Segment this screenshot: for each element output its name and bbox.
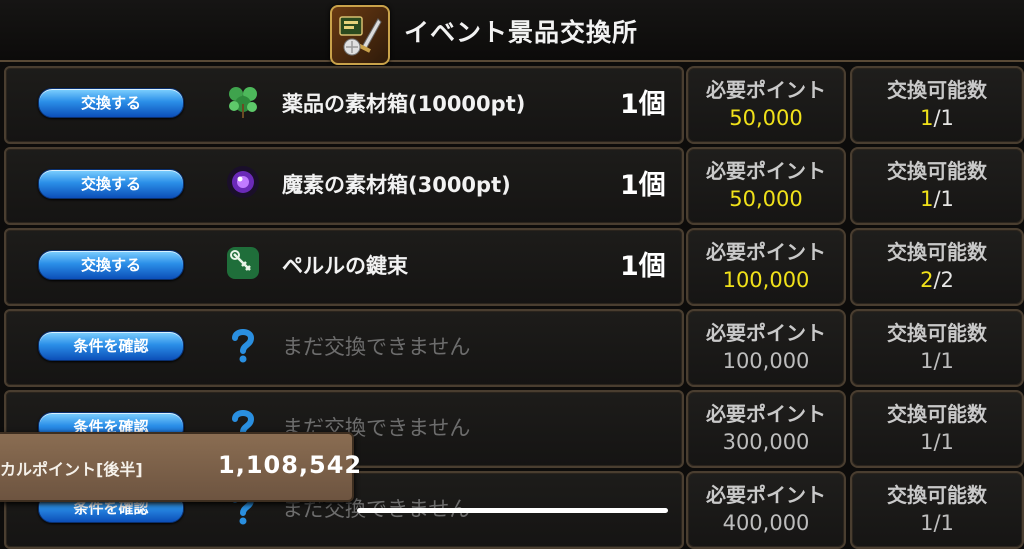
exchange-count-value: 1/1 (852, 349, 1022, 373)
exchange-count-value: 1/1 (852, 106, 1022, 130)
check-conditions-button[interactable]: 条件を確認 (38, 331, 184, 361)
item-name: まだ交換できません (282, 335, 471, 359)
page-title: イベント景品交換所 (404, 18, 639, 47)
exchange-count-label: 交換可能数 (887, 78, 987, 102)
required-points-value: 50,000 (729, 106, 803, 130)
magic-orb-icon (227, 166, 259, 198)
required-points-box: 必要ポイント 100,000 (686, 309, 846, 387)
count-available: 1 (920, 187, 934, 211)
exchange-count-box: 交換可能数 2/2 (850, 228, 1024, 306)
exchange-count-box: 交換可能数 1/1 (850, 390, 1024, 468)
exchange-count-box: 交換可能数 1/1 (850, 471, 1024, 549)
count-total: /2 (933, 268, 954, 292)
exchange-count-box: 交換可能数 1/1 (850, 66, 1024, 144)
required-points-value: 300,000 (722, 430, 810, 454)
count-total: /1 (933, 187, 954, 211)
exchange-count-value: 1/1 (852, 511, 1022, 535)
exchange-row: 条件を確認 まだ交換できません 必要ポイント 100,000 交換可能数 1/1 (0, 307, 1024, 387)
exchange-count-label: 交換可能数 (887, 483, 987, 507)
exchange-count-box: 交換可能数 1/1 (850, 147, 1024, 225)
event-emblem-icon (330, 5, 390, 65)
required-points-label: 必要ポイント (706, 483, 826, 507)
required-points-label: 必要ポイント (706, 321, 826, 345)
exchange-count-label: 交換可能数 (887, 321, 987, 345)
exchange-row: 交換する ペルルの鍵束 1個 必要ポイント 100,000 交換可能数 2/2 (0, 226, 1024, 306)
item-quantity: 1個 (620, 89, 666, 120)
header-bar: イベント景品交換所 (0, 0, 1024, 65)
required-points-label: 必要ポイント (706, 240, 826, 264)
question-icon (232, 329, 255, 363)
exchange-row: 交換する 薬品の素材箱(10000pt) 1個 必要ポイント 50,000 交換… (0, 64, 1024, 144)
exchange-count-label: 交換可能数 (887, 159, 987, 183)
count-available: 1 (920, 430, 934, 454)
required-points-box: 必要ポイント 50,000 (686, 147, 846, 225)
count-available: 1 (920, 106, 934, 130)
exchange-button[interactable]: 交換する (38, 88, 184, 118)
points-value: 1,108,542 (218, 451, 363, 479)
exchange-count-value: 1/1 (852, 430, 1022, 454)
count-total: /1 (933, 511, 954, 535)
item-name: ペルルの鍵束 (282, 254, 408, 278)
required-points-label: 必要ポイント (706, 159, 826, 183)
exchange-count-value: 2/2 (852, 268, 1022, 292)
item-quantity: 1個 (620, 251, 666, 282)
exchange-count-label: 交換可能数 (887, 402, 987, 426)
points-label: カルポイント[後半] (0, 460, 143, 479)
required-points-value: 50,000 (729, 187, 803, 211)
count-total: /1 (933, 430, 954, 454)
required-points-value: 100,000 (722, 349, 810, 373)
required-points-box: 必要ポイント 300,000 (686, 390, 846, 468)
item-name: 魔素の素材箱(3000pt) (282, 173, 511, 197)
required-points-box: 必要ポイント 400,000 (686, 471, 846, 549)
key-bundle-icon (227, 247, 259, 279)
required-points-label: 必要ポイント (706, 78, 826, 102)
required-points-box: 必要ポイント 100,000 (686, 228, 846, 306)
points-panel: カルポイント[後半] 1,108,542 (0, 432, 361, 502)
required-points-value: 100,000 (722, 268, 810, 292)
item-name: 薬品の素材箱(10000pt) (282, 92, 526, 116)
exchange-row: 交換する 魔素の素材箱(3000pt) 1個 必要ポイント 50,000 交換可… (0, 145, 1024, 225)
count-available: 1 (920, 511, 934, 535)
count-total: /1 (933, 106, 954, 130)
home-indicator[interactable] (357, 508, 668, 513)
exchange-button[interactable]: 交換する (38, 169, 184, 199)
exchange-count-box: 交換可能数 1/1 (850, 309, 1024, 387)
count-available: 2 (920, 268, 934, 292)
count-available: 1 (920, 349, 934, 373)
required-points-box: 必要ポイント 50,000 (686, 66, 846, 144)
item-quantity: 1個 (620, 170, 666, 201)
exchange-button[interactable]: 交換する (38, 250, 184, 280)
exchange-count-label: 交換可能数 (887, 240, 987, 264)
required-points-value: 400,000 (722, 511, 810, 535)
herb-icon (229, 87, 257, 118)
count-total: /1 (933, 349, 954, 373)
exchange-count-value: 1/1 (852, 187, 1022, 211)
required-points-label: 必要ポイント (706, 402, 826, 426)
